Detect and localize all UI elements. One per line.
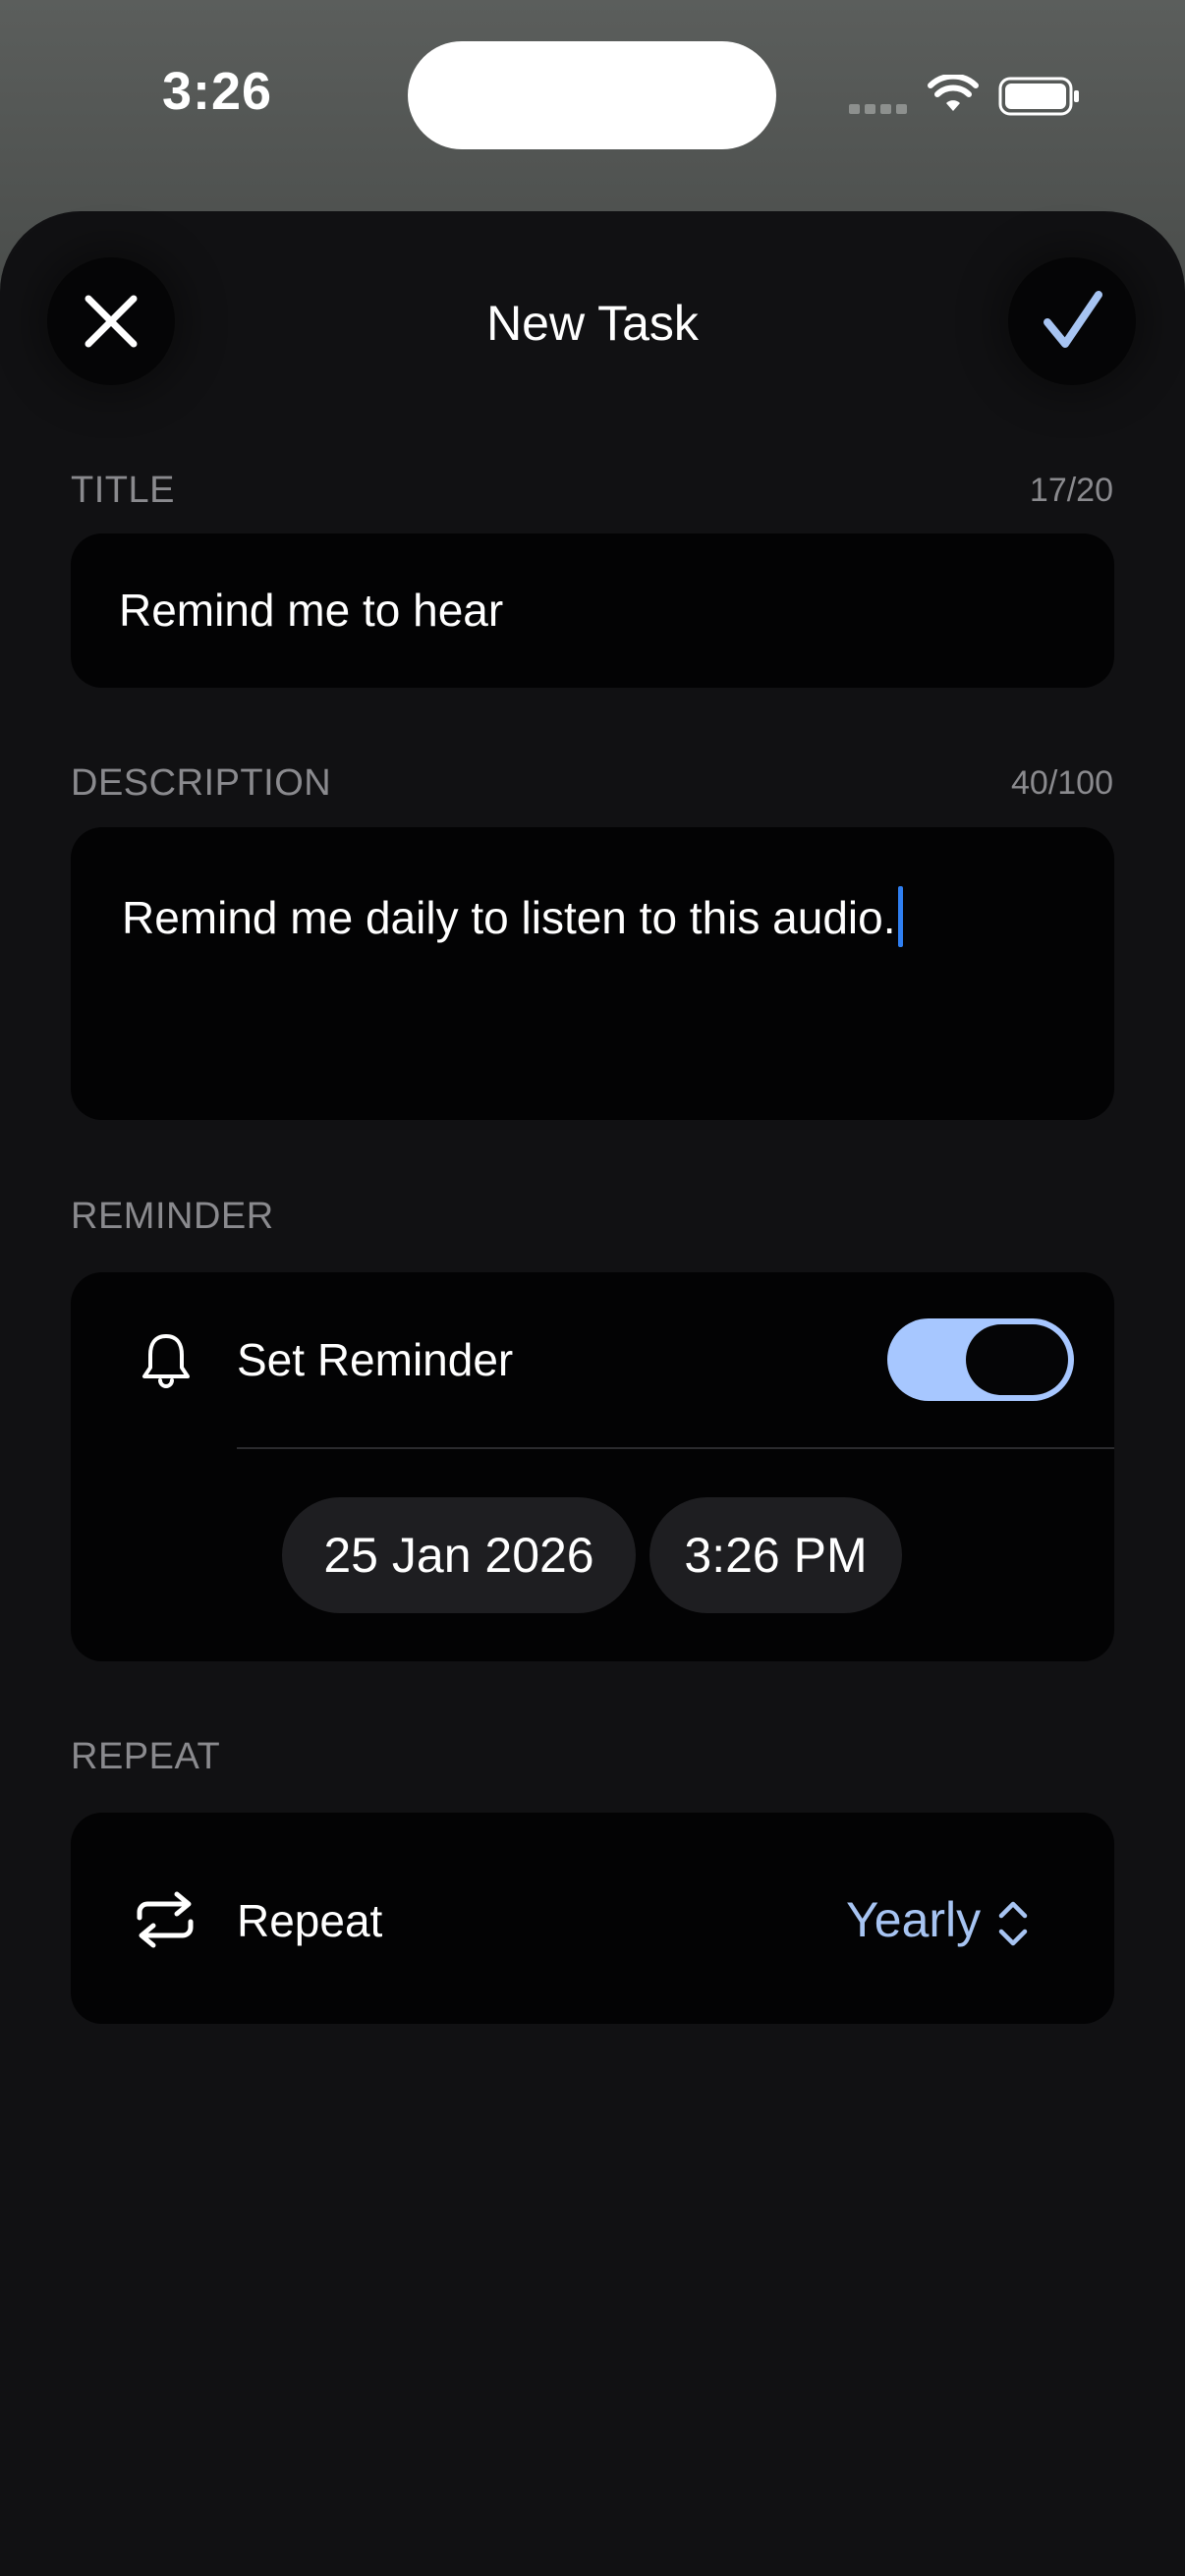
status-bar: 3:26 bbox=[0, 0, 1185, 196]
status-time: 3:26 bbox=[162, 62, 273, 121]
title-input-value: Remind me to hear bbox=[119, 585, 504, 636]
text-caret bbox=[897, 886, 903, 947]
battery-icon bbox=[998, 77, 1079, 116]
description-label: DESCRIPTION bbox=[71, 762, 332, 804]
repeat-row-label: Repeat bbox=[237, 1895, 383, 1946]
title-counter: 17/20 bbox=[1029, 472, 1113, 509]
repeat-value: Yearly bbox=[846, 1892, 982, 1947]
wifi-icon bbox=[928, 75, 979, 111]
time-picker-button[interactable]: 3:26 PM bbox=[649, 1497, 902, 1613]
checkmark-icon bbox=[1044, 291, 1102, 348]
date-picker-button[interactable]: 25 Jan 2026 bbox=[282, 1497, 636, 1613]
reminder-toggle[interactable] bbox=[887, 1318, 1074, 1401]
title-input[interactable]: Remind me to hear bbox=[71, 533, 1114, 688]
dynamic-island bbox=[408, 41, 776, 149]
set-reminder-label: Set Reminder bbox=[237, 1334, 514, 1385]
description-counter: 40/100 bbox=[1011, 764, 1113, 802]
cellular-signal-icon bbox=[849, 104, 908, 116]
reminder-label: REMINDER bbox=[71, 1196, 274, 1237]
title-label: TITLE bbox=[71, 470, 175, 511]
divider bbox=[237, 1447, 1114, 1449]
description-input-value: Remind me daily to listen to this audio. bbox=[122, 892, 896, 943]
chevron-up-down-icon bbox=[998, 1901, 1028, 1946]
bell-icon bbox=[142, 1334, 190, 1388]
description-input[interactable]: Remind me daily to listen to this audio. bbox=[71, 827, 1114, 1120]
repeat-label: REPEAT bbox=[71, 1736, 221, 1777]
repeat-icon bbox=[137, 1891, 194, 1948]
toggle-knob bbox=[966, 1324, 1068, 1395]
confirm-button[interactable] bbox=[1008, 257, 1136, 385]
